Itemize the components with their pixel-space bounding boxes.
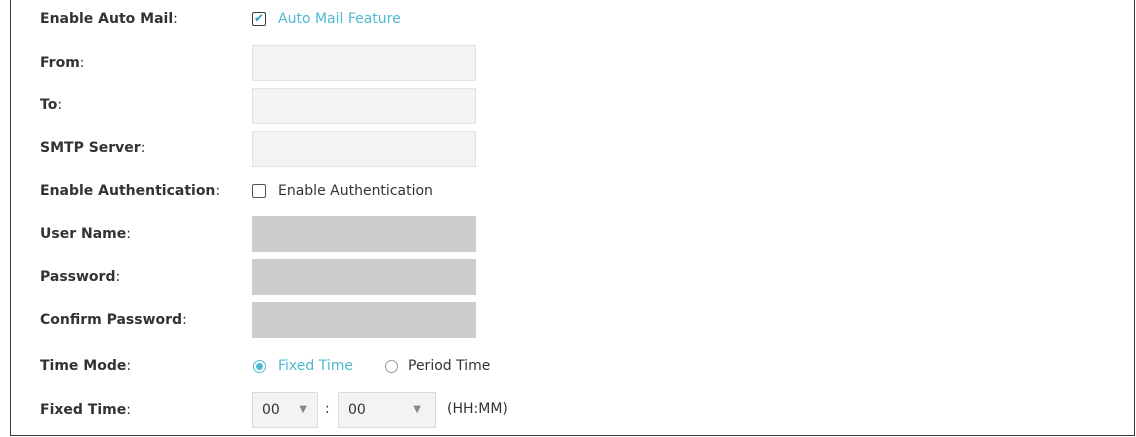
triangle-down-icon: ▼ (299, 404, 307, 415)
settings-panel (10, 0, 1135, 436)
smtp-server-input[interactable] (252, 131, 476, 167)
to-label: To: (40, 97, 63, 113)
smtp-server-label: SMTP Server: (40, 140, 146, 156)
enable-authentication-checkbox[interactable] (252, 184, 266, 198)
auto-mail-feature-label[interactable]: Auto Mail Feature (278, 11, 401, 27)
enable-authentication-option-label[interactable]: Enable Authentication (278, 183, 433, 199)
enable-auto-mail-label: Enable Auto Mail: (40, 11, 178, 27)
fixed-time-label: Fixed Time: (40, 402, 131, 418)
confirm-password-label: Confirm Password: (40, 312, 187, 328)
time-separator: : (325, 401, 330, 417)
hour-select[interactable]: 00 ▼ (252, 392, 318, 428)
checkmark-icon: ✔ (254, 11, 265, 25)
user-name-input (252, 216, 476, 252)
password-input (252, 259, 476, 295)
from-label: From: (40, 55, 85, 71)
to-input[interactable] (252, 88, 476, 124)
enable-authentication-label: Enable Authentication: (40, 183, 221, 199)
time-format-hint: (HH:MM) (447, 401, 508, 417)
minute-select[interactable]: 00 ▼ (338, 392, 436, 428)
fixed-time-option-label[interactable]: Fixed Time (278, 358, 353, 374)
period-time-option-label[interactable]: Period Time (408, 358, 490, 374)
confirm-password-input (252, 302, 476, 338)
radio-dot-icon (256, 363, 263, 370)
minute-value: 00 (348, 402, 366, 418)
user-name-label: User Name: (40, 226, 131, 242)
hour-value: 00 (262, 402, 280, 418)
triangle-down-icon: ▼ (413, 404, 421, 415)
from-input[interactable] (252, 45, 476, 81)
time-mode-label: Time Mode: (40, 358, 132, 374)
fixed-time-radio[interactable] (253, 360, 266, 373)
password-label: Password: (40, 269, 121, 285)
period-time-radio[interactable] (385, 360, 398, 373)
auto-mail-checkbox[interactable]: ✔ (252, 11, 266, 26)
